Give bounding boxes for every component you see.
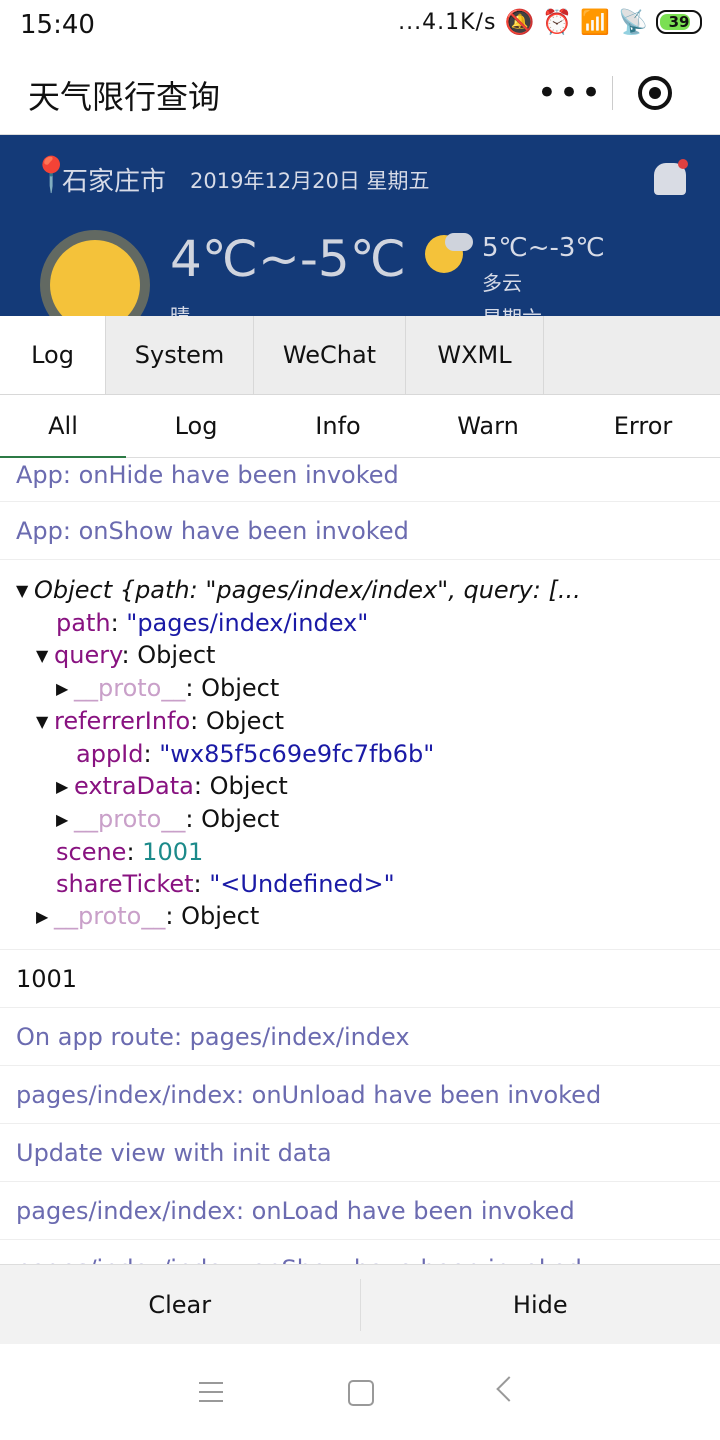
log-item: Update view with init data xyxy=(0,1124,720,1182)
status-icons: ...4.1K/s 🔕 ⏰ 📶 📡 39 xyxy=(398,8,702,36)
filter-error[interactable]: Error xyxy=(566,395,720,457)
log-item: 1001 xyxy=(0,950,720,1008)
field-value: Object xyxy=(181,902,260,930)
close-button[interactable] xyxy=(613,68,697,118)
field-value: Object xyxy=(205,707,285,735)
field-value: 1001 xyxy=(142,838,204,866)
log-object-tree[interactable]: ▼ Object {path: "pages/index/index", quer… xyxy=(0,560,720,950)
alarm-icon: ⏰ xyxy=(542,8,573,36)
field-value: Object xyxy=(201,674,280,702)
object-field[interactable]: ▼ referrerInfo: Object xyxy=(16,705,704,738)
object-field[interactable]: ▶ extraData: Object xyxy=(16,770,704,803)
today-temperature: 4℃~-5℃ xyxy=(170,230,406,288)
date-text: 2019年12月20日 星期五 xyxy=(190,169,430,193)
expand-triangle-icon[interactable]: ▼ xyxy=(36,706,54,738)
next-day: 星期六 xyxy=(482,302,542,316)
filter-all[interactable]: All xyxy=(0,395,126,458)
hide-button[interactable]: Hide xyxy=(361,1265,720,1345)
field-value: Object xyxy=(201,805,280,833)
log-list[interactable]: App: onHide have been invoked App: onSho… xyxy=(0,458,720,1264)
field-key: scene xyxy=(56,838,127,866)
collapse-triangle-icon[interactable]: ▶ xyxy=(36,901,54,933)
collapse-triangle-icon[interactable]: ▶ xyxy=(56,771,74,803)
system-navigation-bar xyxy=(0,1344,720,1440)
expand-triangle-icon[interactable]: ▼ xyxy=(16,575,34,607)
log-item: On app route: pages/index/index xyxy=(0,1008,720,1066)
object-summary: Object {path: "pages/index/index", query… xyxy=(34,576,581,604)
field-value: "wx85f5c69e9fc7fb6b" xyxy=(159,740,435,768)
field-key: query xyxy=(54,641,122,669)
console-tabs: Log System WeChat WXML xyxy=(0,316,720,395)
filter-log[interactable]: Log xyxy=(126,395,266,457)
field-key: __proto__ xyxy=(74,805,186,833)
more-icon[interactable]: ••• xyxy=(528,68,612,118)
tab-wechat[interactable]: WeChat xyxy=(254,316,406,394)
next-condition: 多云 xyxy=(482,271,522,295)
object-field[interactable]: ▶ __proto__: Object xyxy=(16,803,704,836)
next-temperature: 5℃~-3℃ xyxy=(482,233,605,263)
tab-wxml[interactable]: WXML xyxy=(406,316,544,394)
home-icon[interactable] xyxy=(348,1380,374,1406)
filter-warn[interactable]: Warn xyxy=(410,395,566,457)
battery-icon: 39 xyxy=(656,10,702,34)
clear-button[interactable]: Clear xyxy=(0,1265,360,1345)
mini-program-capsule: ••• xyxy=(528,68,698,118)
field-value: Object xyxy=(209,772,288,800)
today-condition: 晴 xyxy=(170,304,190,316)
app-header: 天气限行查询 ••• xyxy=(0,50,720,135)
battery-level: 39 xyxy=(668,13,690,31)
log-item: pages/index/index: onLoad have been invo… xyxy=(0,1182,720,1240)
filter-info[interactable]: Info xyxy=(266,395,410,457)
collapse-triangle-icon[interactable]: ▶ xyxy=(56,673,74,705)
expand-triangle-icon[interactable]: ▼ xyxy=(36,640,54,672)
status-bar: 15:40 ...4.1K/s 🔕 ⏰ 📶 📡 39 xyxy=(0,0,720,50)
field-key: path xyxy=(56,609,111,637)
object-summary-line[interactable]: ▼ Object {path: "pages/index/index", quer… xyxy=(16,574,704,607)
back-icon[interactable] xyxy=(496,1376,522,1402)
bell-icon[interactable] xyxy=(654,159,688,195)
field-key: referrerInfo xyxy=(54,707,191,735)
field-key: appId xyxy=(76,740,144,768)
log-filter-tabs: All Log Info Warn Error xyxy=(0,395,720,458)
log-item: pages/index/index: onUnload have been in… xyxy=(0,1066,720,1124)
object-field[interactable]: ▼ query: Object xyxy=(16,639,704,672)
status-time: 15:40 xyxy=(20,10,95,40)
city-name: 石家庄市 xyxy=(62,167,167,197)
field-value: "<Undefined>" xyxy=(209,870,395,898)
vconsole-panel: Log System WeChat WXML All Log Info Warn… xyxy=(0,316,720,1345)
collapse-triangle-icon[interactable]: ▶ xyxy=(56,804,74,836)
field-key: __proto__ xyxy=(54,902,166,930)
field-value: "pages/index/index" xyxy=(126,609,369,637)
log-item: App: onHide have been invoked xyxy=(0,458,720,502)
network-speed: ...4.1K/s xyxy=(398,9,497,35)
field-key: extraData xyxy=(74,772,194,800)
mute-icon: 🔕 xyxy=(504,8,535,36)
tab-log[interactable]: Log xyxy=(0,316,106,394)
field-key: __proto__ xyxy=(74,674,186,702)
sun-icon xyxy=(50,240,140,316)
weather-card: 📍 石家庄市 2019年12月20日 星期五 4℃~-5℃ 晴 5℃~-3℃ 多… xyxy=(0,135,720,316)
console-actions: Clear Hide xyxy=(0,1264,720,1345)
log-item: App: onShow have been invoked xyxy=(0,502,720,560)
log-item: pages/index/index: onShow have been invo… xyxy=(0,1240,720,1265)
cloud-icon xyxy=(445,233,473,251)
tab-empty xyxy=(544,316,720,394)
object-field[interactable]: ▶ __proto__: Object xyxy=(16,672,704,705)
wifi-icon: 📡 xyxy=(618,8,648,36)
object-field: shareTicket: "<Undefined>" xyxy=(56,870,395,898)
signal-icon: 📶 xyxy=(580,8,611,36)
page-title: 天气限行查询 xyxy=(28,78,221,116)
target-icon xyxy=(638,76,672,110)
field-value: Object xyxy=(137,641,216,669)
object-field: scene: 1001 xyxy=(56,838,204,866)
menu-icon[interactable] xyxy=(199,1382,223,1402)
tab-system[interactable]: System xyxy=(106,316,254,394)
object-field: appId: "wx85f5c69e9fc7fb6b" xyxy=(76,740,435,768)
object-field[interactable]: ▶ __proto__: Object xyxy=(16,900,704,933)
field-key: shareTicket xyxy=(56,870,194,898)
object-field: path: "pages/index/index" xyxy=(56,609,369,637)
